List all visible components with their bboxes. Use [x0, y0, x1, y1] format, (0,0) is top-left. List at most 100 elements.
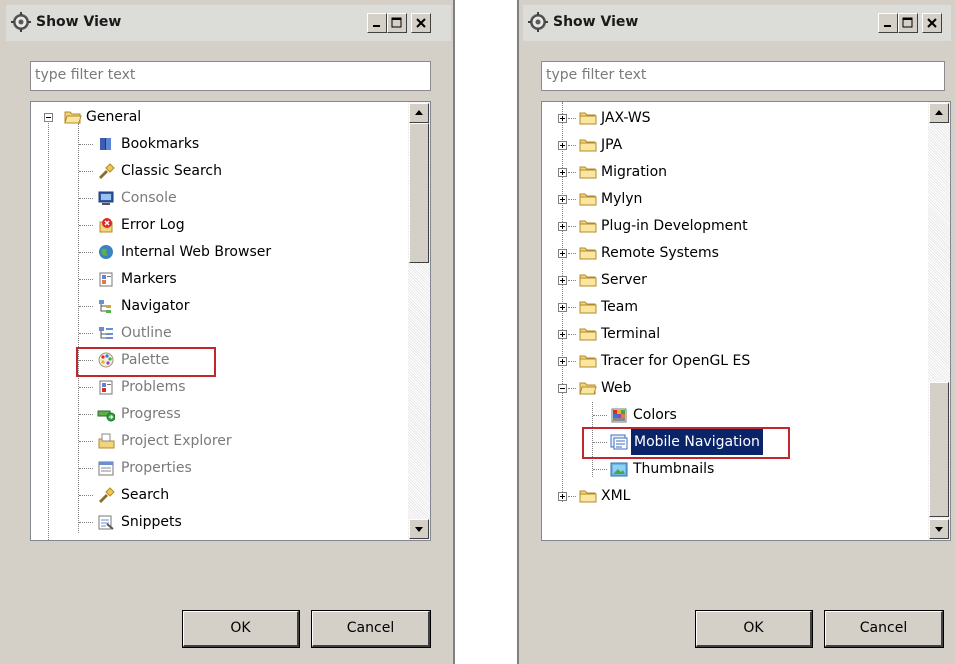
tree-folder[interactable]: Remote Systems [542, 240, 922, 266]
tree-folder[interactable]: JPA [542, 132, 922, 158]
expand-toggle[interactable] [558, 141, 567, 150]
tree-branch-line [79, 468, 93, 469]
collapse-toggle[interactable] [558, 384, 567, 393]
tree-branch-line [568, 226, 576, 227]
tree-folder[interactable]: Plug-in Development [542, 213, 922, 239]
close-button[interactable] [922, 13, 942, 33]
maximize-button[interactable] [898, 13, 918, 33]
cancel-button[interactable]: Cancel [311, 610, 431, 648]
expand-toggle[interactable] [558, 168, 567, 177]
scroll-down-button[interactable] [409, 519, 429, 539]
expand-toggle[interactable] [558, 249, 567, 258]
tree-branch-line [79, 387, 93, 388]
gear-icon [528, 12, 548, 32]
tree-item[interactable]: Problems [31, 374, 406, 400]
tree-item[interactable]: Outline [31, 320, 406, 346]
tree-item[interactable]: Console [31, 185, 406, 211]
collapse-toggle[interactable] [44, 113, 53, 122]
show-view-dialog-left: Show View type filter text General Bookm… [0, 0, 455, 664]
tree-item-label: Problems [121, 379, 186, 395]
tree-branch-line [79, 414, 93, 415]
tree-branch-line [593, 469, 607, 470]
vertical-scrollbar[interactable] [928, 102, 950, 540]
filter-input[interactable]: type filter text [30, 61, 431, 91]
view-tree[interactable]: General Bookmarks Classic Search Console Er… [30, 101, 431, 541]
filter-input[interactable]: type filter text [541, 61, 945, 91]
tree-item[interactable]: Classic Search [31, 158, 406, 184]
tree-item-label: Outline [121, 325, 172, 341]
snippets-icon [98, 515, 114, 530]
tree-branch-line [79, 171, 93, 172]
tree-folder[interactable]: Tracer for OpenGL ES [542, 348, 922, 374]
folder-closed-icon [579, 355, 597, 368]
tree-folder[interactable]: Server [542, 267, 922, 293]
arrow-down-icon [415, 527, 423, 532]
tree-item[interactable]: Internal Web Browser [31, 239, 406, 265]
folder-open-icon [579, 382, 597, 395]
arrow-down-icon [935, 527, 943, 532]
tree-folder[interactable]: Terminal [542, 321, 922, 347]
tree-folder[interactable]: Web [542, 375, 922, 401]
tree-folder[interactable]: Team [542, 294, 922, 320]
folder-closed-icon [579, 112, 597, 125]
scroll-thumb[interactable] [409, 123, 429, 263]
tree-branch-line [568, 253, 576, 254]
cancel-button[interactable]: Cancel [824, 610, 944, 648]
folder-open-icon [64, 111, 82, 124]
tree-folder-label: Mylyn [601, 191, 643, 207]
scroll-up-button[interactable] [929, 103, 949, 123]
tree-branch-line [79, 441, 93, 442]
expand-toggle[interactable] [558, 195, 567, 204]
minimize-button[interactable] [367, 13, 387, 33]
tree-branch-line [593, 415, 607, 416]
tree-item-label: Internal Web Browser [121, 244, 272, 260]
tree-folder[interactable]: XML [542, 483, 922, 509]
outline-icon [99, 327, 113, 339]
expand-toggle[interactable] [558, 276, 567, 285]
tree-item[interactable]: Progress [31, 401, 406, 427]
folder-closed-icon [579, 166, 597, 179]
expand-toggle[interactable] [558, 222, 567, 231]
tree-branch-line [568, 388, 576, 389]
expand-toggle[interactable] [558, 114, 567, 123]
tree-item[interactable]: Project Explorer [31, 428, 406, 454]
expand-toggle[interactable] [558, 330, 567, 339]
minimize-button[interactable] [878, 13, 898, 33]
maximize-button[interactable] [387, 13, 407, 33]
expand-toggle[interactable] [558, 357, 567, 366]
tree-item[interactable]: Thumbnails [542, 456, 922, 482]
tree-item-label: Console [121, 190, 177, 206]
close-icon [927, 18, 937, 28]
tree-item[interactable]: Markers [31, 266, 406, 292]
title-bar[interactable]: Show View [6, 5, 451, 41]
tree-folder[interactable]: Migration [542, 159, 922, 185]
tree-branch-line [79, 495, 93, 496]
tree-node-general[interactable]: General [31, 104, 406, 130]
folder-closed-icon [579, 220, 597, 233]
scroll-thumb[interactable] [929, 382, 949, 517]
tree-item[interactable]: Colors [542, 402, 922, 428]
tree-item[interactable]: Navigator [31, 293, 406, 319]
scroll-down-button[interactable] [929, 519, 949, 539]
vertical-scrollbar[interactable] [408, 102, 430, 540]
close-button[interactable] [411, 13, 431, 33]
ok-button[interactable]: OK [695, 610, 813, 648]
tree-item-label: Search [121, 487, 170, 503]
ok-button[interactable]: OK [182, 610, 300, 648]
tree-item[interactable]: Error Log [31, 212, 406, 238]
view-tree[interactable]: JAX-WS JPA Migration Mylyn Plug-in Developme… [541, 101, 951, 541]
expand-toggle[interactable] [558, 303, 567, 312]
dialog-title: Show View [553, 14, 639, 30]
tree-item[interactable]: Search [31, 482, 406, 508]
tree-item-label: Markers [121, 271, 177, 287]
tree-folder[interactable]: JAX-WS [542, 105, 922, 131]
scroll-up-button[interactable] [409, 103, 429, 123]
tree-item[interactable]: Snippets [31, 509, 406, 535]
title-bar[interactable]: Show View [523, 5, 951, 41]
tree-item-label: Thumbnails [633, 461, 715, 477]
tree-branch-line [79, 225, 93, 226]
tree-folder[interactable]: Mylyn [542, 186, 922, 212]
tree-item[interactable]: Bookmarks [31, 131, 406, 157]
expand-toggle[interactable] [558, 492, 567, 501]
tree-item[interactable]: Properties [31, 455, 406, 481]
